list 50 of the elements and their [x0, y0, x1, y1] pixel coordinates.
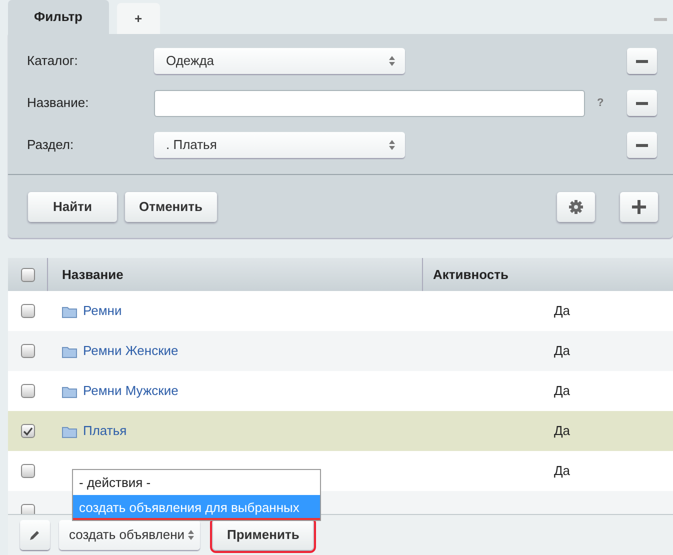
help-icon: ? [597, 94, 604, 112]
settings-button[interactable] [557, 192, 595, 222]
filter-tab[interactable]: Фильтр [8, 0, 109, 34]
table-cell-text: Да [554, 342, 570, 360]
apply-button[interactable]: Применить [213, 520, 314, 550]
sort-arrows-icon [389, 140, 395, 150]
folder-icon [62, 344, 77, 358]
minus-icon [636, 60, 648, 62]
dropdown-option[interactable]: - действия - [73, 470, 320, 495]
column-header: Активность [433, 266, 508, 284]
cancel-button[interactable]: Отменить [124, 192, 216, 222]
remove-field-button[interactable] [627, 48, 657, 74]
checkbox[interactable] [20, 268, 34, 282]
item-link[interactable]: Платья [83, 421, 127, 441]
checkbox[interactable] [21, 424, 35, 438]
minus-icon [636, 144, 648, 146]
remove-field-button[interactable] [627, 132, 657, 158]
pencil-icon [29, 529, 41, 541]
action-select[interactable]: создать объявлени [59, 520, 200, 550]
table-cell-text: Да [554, 302, 570, 320]
add-field-button[interactable] [620, 192, 658, 222]
remove-field-button[interactable] [627, 90, 657, 116]
folder-icon [62, 304, 77, 318]
field-label: Название: [27, 94, 90, 112]
table-cell-text: Да [554, 462, 570, 480]
minus-icon [636, 102, 648, 104]
item-link[interactable]: Ремни Женские [83, 341, 178, 361]
folder-icon [62, 424, 77, 438]
add-tab-button[interactable]: + [116, 3, 160, 34]
checkbox[interactable] [21, 464, 35, 478]
column-header: Название [62, 266, 124, 284]
sort-arrows-icon [389, 56, 395, 66]
table-cell-text: Да [554, 422, 570, 440]
item-link[interactable]: Ремни [83, 301, 122, 321]
sort-arrows-icon [188, 530, 194, 540]
edit-button[interactable] [20, 520, 50, 550]
plus-icon [632, 200, 646, 214]
checkbox[interactable] [21, 344, 35, 358]
checkbox[interactable] [21, 384, 35, 398]
select-field[interactable]: Одежда [154, 48, 405, 74]
find-button[interactable]: Найти [28, 192, 117, 222]
field-label: Раздел: [27, 136, 75, 154]
item-link[interactable]: Ремни Мужские [83, 381, 178, 401]
folder-icon [62, 384, 77, 398]
field-label: Каталог: [27, 52, 79, 70]
gear-icon [569, 200, 583, 214]
table-cell-text: Да [554, 382, 570, 400]
checkbox[interactable] [21, 304, 35, 318]
select-field[interactable]: . Платья [154, 132, 405, 158]
input-field[interactable] [154, 90, 585, 116]
